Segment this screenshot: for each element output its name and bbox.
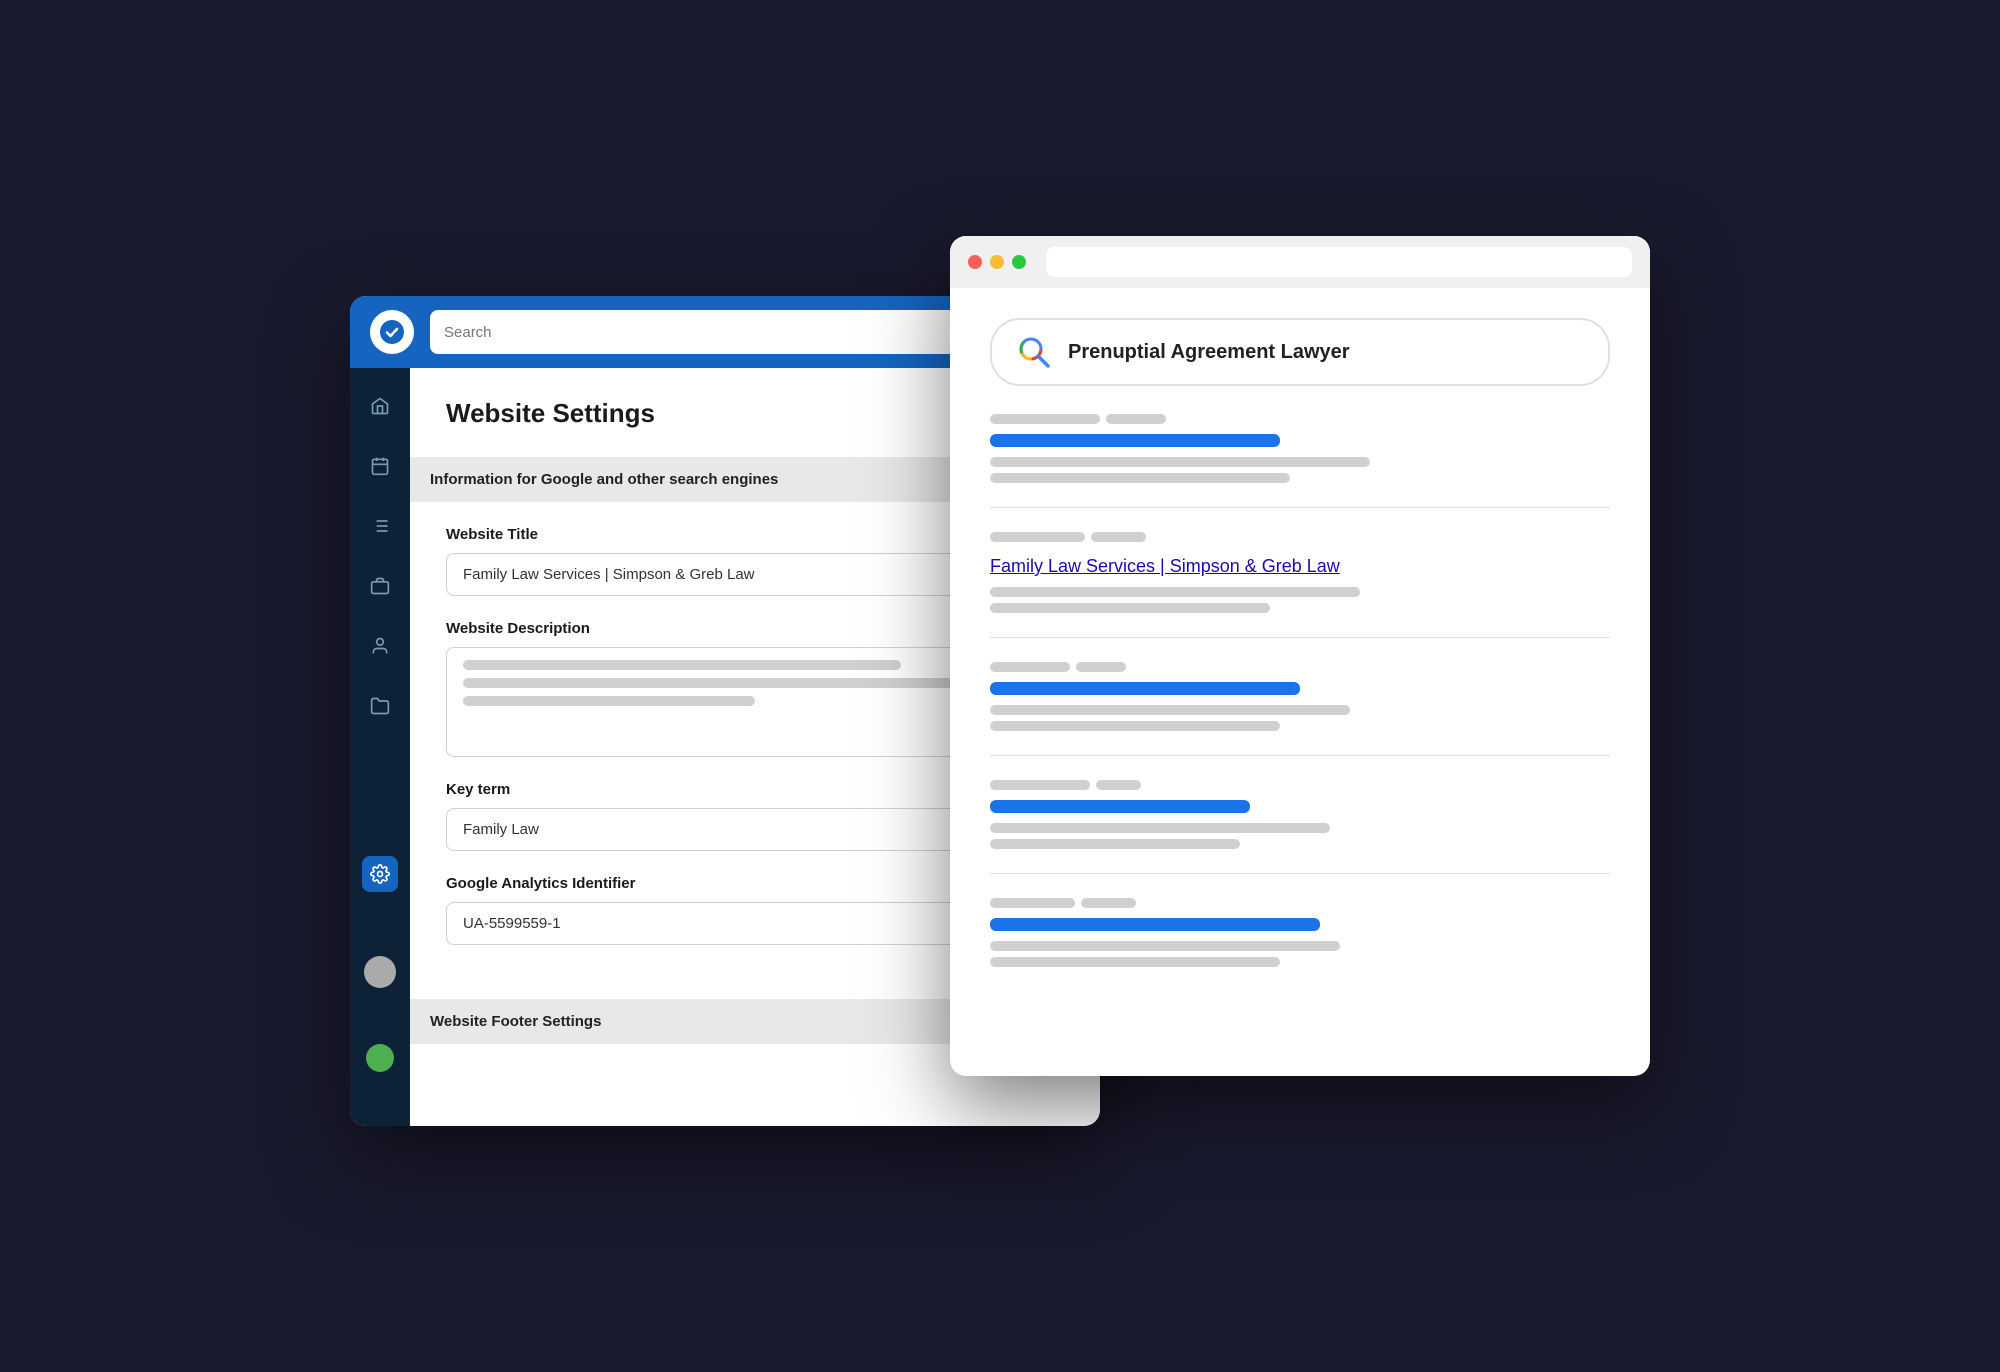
google-search-bar: Prenuptial Agreement Lawyer <box>990 318 1610 386</box>
app-logo <box>370 310 414 354</box>
search-result-5 <box>990 898 1610 967</box>
search-result-4 <box>990 780 1610 849</box>
google-search-icon <box>1016 334 1052 370</box>
search-query: Prenuptial Agreement Lawyer <box>1068 341 1350 364</box>
sidebar-item-calendar[interactable] <box>362 448 398 484</box>
browser-content: Prenuptial Agreement Lawyer <box>950 288 1650 1076</box>
search-result-featured: Family Law Services | Simpson & Greb Law <box>990 532 1610 613</box>
search-result-1 <box>990 414 1610 483</box>
sidebar-item-folder[interactable] <box>362 688 398 724</box>
featured-result-link[interactable]: Family Law Services | Simpson & Greb Law <box>990 556 1610 577</box>
browser-window: Prenuptial Agreement Lawyer <box>950 236 1650 1076</box>
browser-maximize-dot[interactable] <box>1012 255 1026 269</box>
browser-close-dot[interactable] <box>968 255 982 269</box>
status-dot <box>366 1044 394 1072</box>
search-result-3 <box>990 662 1610 731</box>
search-results: Family Law Services | Simpson & Greb Law <box>990 414 1610 967</box>
browser-minimize-dot[interactable] <box>990 255 1004 269</box>
browser-topbar <box>950 236 1650 288</box>
sidebar-item-settings[interactable] <box>362 856 398 892</box>
sidebar-item-briefcase[interactable] <box>362 568 398 604</box>
sidebar-item-home[interactable] <box>362 388 398 424</box>
cms-sidebar <box>350 368 410 1126</box>
user-avatar <box>364 956 396 988</box>
sidebar-item-list[interactable] <box>362 508 398 544</box>
browser-addressbar[interactable] <box>1046 247 1632 277</box>
sidebar-item-user[interactable] <box>362 628 398 664</box>
